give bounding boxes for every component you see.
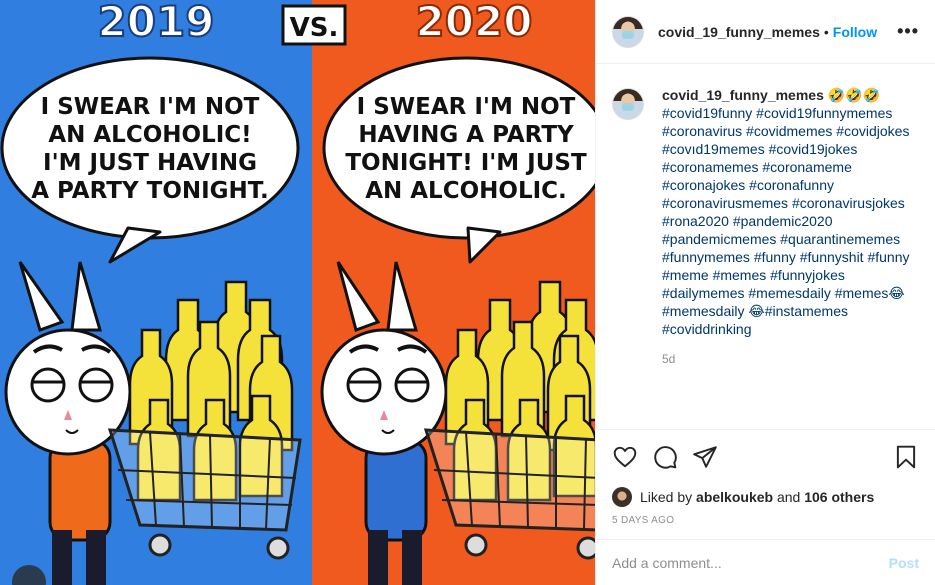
left-bubble-line-3: I'M JUST HAVING xyxy=(43,150,257,176)
share-icon[interactable] xyxy=(692,444,718,470)
more-options-icon[interactable]: ••• xyxy=(897,21,919,42)
right-bubble-line-3: TONIGHT! I'M JUST xyxy=(345,150,587,176)
bookmark-icon[interactable] xyxy=(893,444,919,470)
caption-section: covid_19_funny_memes 🤣🤣🤣 #covid19funny #… xyxy=(596,64,935,429)
liker-avatar[interactable] xyxy=(612,487,632,507)
author-username[interactable]: covid_19_funny_memes xyxy=(658,24,820,40)
liked-by-user[interactable]: abelkoukeb xyxy=(696,489,773,505)
caption-author-avatar[interactable] xyxy=(612,88,644,120)
author-avatar[interactable] xyxy=(612,15,644,48)
left-year: 2019 xyxy=(98,0,215,46)
post-date: 5 DAYS AGO xyxy=(612,515,675,526)
left-bubble-line-4: A PARTY TONIGHT. xyxy=(31,178,269,204)
heart-icon[interactable] xyxy=(612,444,638,470)
liked-by-and: and xyxy=(776,489,801,505)
liked-by-prefix: Liked by xyxy=(640,489,693,505)
caption-age: 5d xyxy=(662,352,676,366)
vs-label: VS. xyxy=(290,13,339,43)
right-bubble-line-1: I SWEAR I'M NOT xyxy=(357,94,576,120)
likes-line: Liked by abelkoukeb and 106 others xyxy=(596,483,935,511)
caption-hashtags[interactable]: #covid19funny #covid19funnymemes #corona… xyxy=(662,105,910,337)
right-bubble-line-4: AN ALCOHOLIC. xyxy=(365,178,567,204)
meme-comic: 2019 VS. 2020 I SWEAR I'M NOT AN ALCOHOL… xyxy=(0,0,595,585)
action-bar xyxy=(596,429,935,483)
comment-icon[interactable] xyxy=(652,444,678,470)
comment-form: Post xyxy=(596,539,935,585)
post-comment-button[interactable]: Post xyxy=(889,555,919,571)
comment-input[interactable] xyxy=(612,554,889,571)
follow-button[interactable]: Follow xyxy=(833,24,877,40)
liked-by-others[interactable]: 106 others xyxy=(804,489,874,505)
post-image[interactable]: 2019 VS. 2020 I SWEAR I'M NOT AN ALCOHOL… xyxy=(0,0,595,585)
caption-text: covid_19_funny_memes 🤣🤣🤣 #covid19funny #… xyxy=(662,86,919,429)
header-separator: • xyxy=(823,23,829,40)
right-year: 2020 xyxy=(416,0,533,46)
post-side-panel: covid_19_funny_memes • Follow ••• covid_… xyxy=(595,0,935,585)
post-header: covid_19_funny_memes • Follow ••• xyxy=(596,0,935,64)
caption-emoji: 🤣🤣🤣 xyxy=(827,87,881,103)
right-bubble-line-2: HAVING A PARTY xyxy=(358,122,574,148)
caption-username[interactable]: covid_19_funny_memes xyxy=(662,87,824,103)
left-bubble-line-1: I SWEAR I'M NOT xyxy=(41,94,260,120)
instagram-post-view: 2019 VS. 2020 I SWEAR I'M NOT AN ALCOHOL… xyxy=(0,0,935,585)
left-bubble-line-2: AN ALCOHOLIC! xyxy=(48,122,251,148)
